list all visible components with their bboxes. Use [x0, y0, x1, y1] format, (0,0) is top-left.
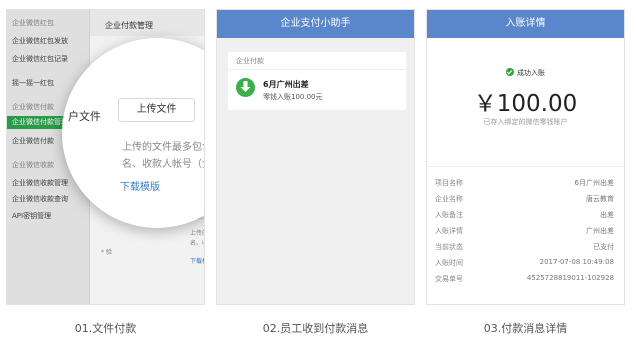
caption-file-payment: 01.文件付款 — [74, 322, 137, 335]
message-panel: 企业支付小助手 企业付款 6月广州出差 零钱入账100.00元 — [216, 9, 415, 305]
payment-message-card[interactable]: 企业付款 6月广州出差 零钱入账100.00元 — [228, 52, 406, 110]
assistant-title-bar: 企业支付小助手 — [217, 10, 414, 38]
detail-row: 入账时间 2017-07-08 10:49:08 — [435, 258, 614, 267]
amount: ￥100.00 — [473, 91, 578, 117]
card-header: 企业付款 — [236, 57, 264, 65]
detail-panel: 入账详情 成功入账 ￥100.00 已存入绑定的微信零钱账户 项目名称 6月广州出… — [426, 9, 625, 305]
status-row: 成功入账 — [427, 68, 624, 78]
detail-divider — [427, 166, 624, 167]
detail-title-bar: 入账详情 — [427, 10, 624, 38]
check-circle-icon — [506, 68, 514, 76]
download-arrow-icon — [236, 78, 255, 97]
card-subtitle: 零钱入账100.00元 — [263, 93, 323, 101]
detail-row: 项目名称 6月广州出差 — [435, 179, 614, 187]
download-template-link[interactable]: 下载模版 — [120, 178, 160, 193]
card-title: 6月广州出差 — [263, 80, 309, 89]
file-payment-panel: 企业微信红包 企业微信红包发放 企业微信红包记录 摇一摇一红包 企业微信付款 企… — [6, 9, 205, 305]
card-divider — [228, 69, 406, 70]
detail-row: 当前状态 已支付 — [435, 243, 614, 251]
upload-hint-line-2: 名、收款人帐号（企 — [122, 159, 205, 170]
amount-note: 已存入绑定的微信零钱账户 — [483, 118, 568, 126]
status-text: 成功入账 — [517, 69, 545, 77]
detail-row: 入账详情 广州出差 — [435, 227, 614, 235]
detail-row: 入账备注 出差 — [435, 211, 614, 219]
caption-message: 02.员工收到付款消息 — [262, 322, 369, 335]
caption-detail: 03.付款消息详情 — [483, 322, 568, 335]
upload-file-button[interactable]: 上传文件 — [118, 98, 195, 122]
upload-label: 户文件 — [68, 110, 101, 123]
upload-hint-line-1: 上传的文件最多包含 — [122, 142, 205, 153]
detail-row: 交易单号 4525728819011-102928 — [435, 274, 614, 283]
detail-row: 企业名称 唐云教育 — [435, 195, 614, 203]
